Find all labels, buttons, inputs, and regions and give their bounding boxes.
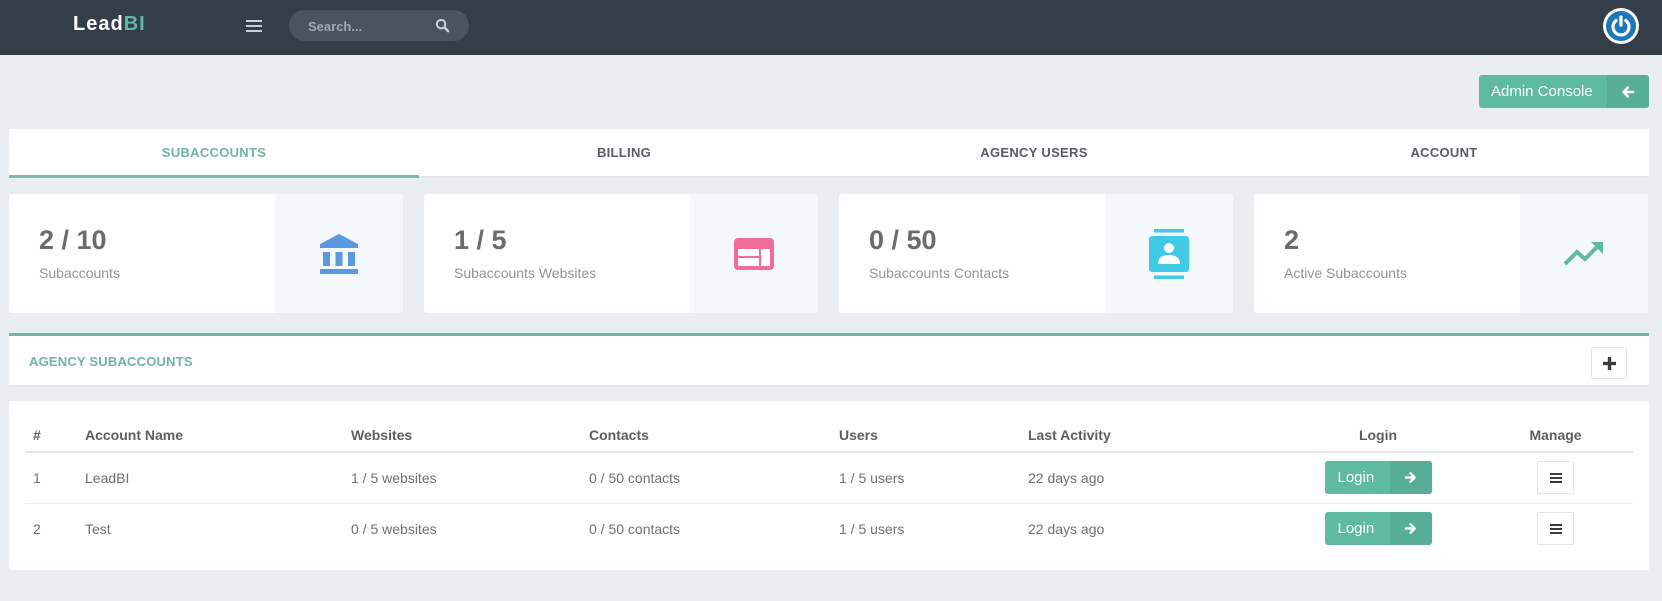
admin-console-button[interactable]: Admin Console xyxy=(1479,75,1649,108)
admin-console-label: Admin Console xyxy=(1491,83,1593,100)
cell-users: 1 / 5 users xyxy=(839,452,1028,504)
top-navbar: LeadBI xyxy=(0,0,1662,55)
stat-value: 1 / 5 xyxy=(454,225,507,255)
trending-up-icon xyxy=(1563,241,1603,265)
brand-text-accent: BI xyxy=(123,13,146,35)
cell-users: 1 / 5 users xyxy=(839,520,905,537)
column-header-account-name: Account Name xyxy=(85,418,351,453)
cell-websites: 0 / 5 websites xyxy=(351,520,437,537)
stat-value: 2 xyxy=(1284,225,1300,255)
cell-account-name: LeadBI xyxy=(85,452,351,504)
plus-icon xyxy=(1602,356,1616,370)
stat-card-active-subaccounts: 2 Active Subaccounts xyxy=(1254,194,1648,313)
stat-card-websites: 1 / 5 Subaccounts Websites xyxy=(424,194,818,313)
manage-button[interactable] xyxy=(1537,512,1574,546)
contact-card-icon xyxy=(1149,228,1189,279)
subaccounts-table: # Account Name Websites Contacts Users L… xyxy=(25,418,1633,554)
column-header-last-activity: Last Activity xyxy=(1028,418,1278,453)
arrow-right-icon xyxy=(1404,472,1416,484)
stat-value: 0 / 50 xyxy=(869,225,937,255)
stat-label: Subaccounts Websites xyxy=(454,265,597,281)
website-layout-icon xyxy=(734,237,774,270)
tab-agency-users[interactable]: AGENCY USERS xyxy=(829,129,1239,176)
power-icon xyxy=(1611,15,1631,37)
add-subaccount-button[interactable] xyxy=(1591,347,1627,379)
arrow-left-icon xyxy=(1622,85,1635,98)
login-button[interactable]: Login xyxy=(1324,512,1432,546)
stat-label: Subaccounts Contacts xyxy=(869,265,1010,281)
hamburger-icon[interactable] xyxy=(244,17,264,37)
login-button[interactable]: Login xyxy=(1324,461,1432,495)
tab-account[interactable]: ACCOUNT xyxy=(1239,129,1649,176)
cell-contacts: 0 / 50 contacts xyxy=(589,452,839,504)
login-button-label: Login xyxy=(1337,520,1375,538)
column-header-contacts: Contacts xyxy=(589,418,839,453)
search-box xyxy=(289,10,469,41)
cell-manage xyxy=(1478,452,1633,504)
subaccounts-table-panel: # Account Name Websites Contacts Users L… xyxy=(9,401,1649,570)
table-row: 1 LeadBI 1 / 5 websites 0 / 50 contacts … xyxy=(25,452,1633,504)
manage-button[interactable] xyxy=(1537,461,1574,495)
bank-icon xyxy=(320,233,358,274)
column-header-login: Login xyxy=(1278,418,1478,453)
cell-number: 2 xyxy=(33,520,41,537)
menu-bars-icon xyxy=(1549,471,1562,485)
cell-login: Login xyxy=(1278,452,1478,504)
stat-label: Active Subaccounts xyxy=(1284,265,1407,281)
login-button-label: Login xyxy=(1337,469,1375,487)
search-icon[interactable] xyxy=(435,18,450,33)
table-row: 2 Test 0 / 5 websites 0 / 50 contacts 1 … xyxy=(25,503,1633,554)
tab-bar: SUBACCOUNTS BILLING AGENCY USERS ACCOUNT xyxy=(9,129,1649,178)
column-header-websites: Websites xyxy=(351,418,589,453)
column-header-number: # xyxy=(25,418,85,453)
cell-manage xyxy=(1478,503,1633,554)
column-header-users: Users xyxy=(839,418,1028,453)
cell-last-activity: 22 days ago xyxy=(1028,452,1278,504)
section-title: AGENCY SUBACCOUNTS xyxy=(29,354,193,369)
cell-login: Login xyxy=(1278,503,1478,554)
table-header-row: # Account Name Websites Contacts Users L… xyxy=(25,418,1633,453)
agency-subaccounts-header: AGENCY SUBACCOUNTS xyxy=(9,333,1649,387)
cell-number: 1 xyxy=(25,452,85,504)
cell-websites: 1 / 5 websites xyxy=(351,452,589,504)
stat-card-contacts: 0 / 50 Subaccounts Contacts xyxy=(839,194,1233,313)
brand-logo[interactable]: LeadBI xyxy=(73,13,146,36)
tab-billing[interactable]: BILLING xyxy=(419,129,829,176)
column-header-manage: Manage xyxy=(1478,418,1633,453)
cell-contacts: 0 / 50 contacts xyxy=(589,520,681,537)
menu-bars-icon xyxy=(1549,522,1562,536)
stat-card-subaccounts: 2 / 10 Subaccounts xyxy=(9,194,403,313)
stat-value: 2 / 10 xyxy=(39,225,107,255)
power-button[interactable] xyxy=(1603,8,1639,44)
search-input[interactable] xyxy=(308,17,428,35)
arrow-right-icon xyxy=(1404,523,1416,535)
tab-subaccounts[interactable]: SUBACCOUNTS xyxy=(9,129,419,178)
stat-label: Subaccounts xyxy=(39,265,120,281)
cell-account-name: Test xyxy=(85,520,111,537)
brand-text-main: Lead xyxy=(73,13,124,35)
cell-last-activity: 22 days ago xyxy=(1028,520,1105,537)
